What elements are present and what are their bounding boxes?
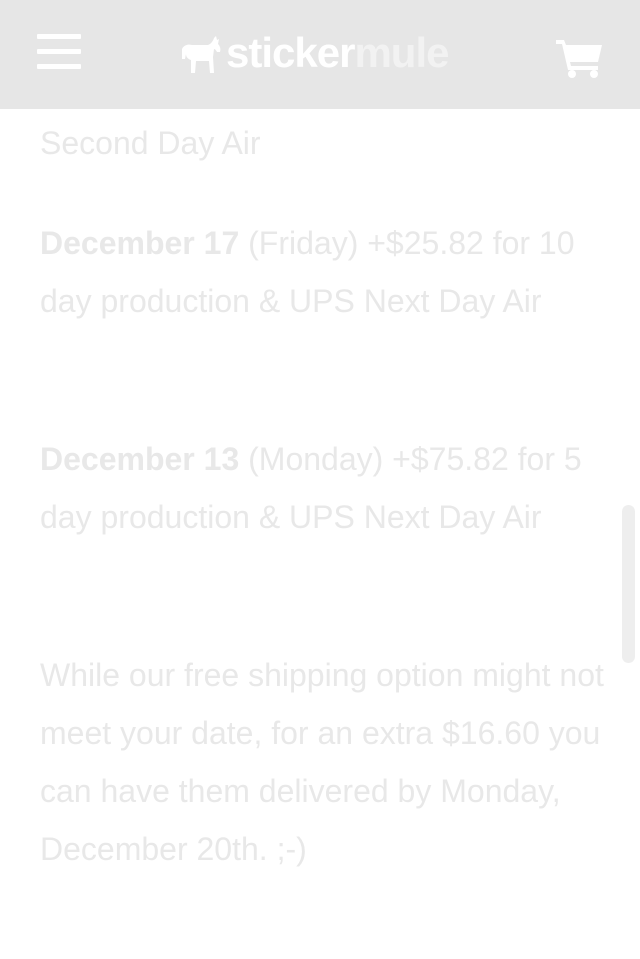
- date-december-17: December 17: [40, 225, 240, 261]
- brand-part-mule: mule: [354, 29, 449, 76]
- text-free-shipping-note: While our free shipping option might not…: [40, 657, 604, 867]
- paragraph-free-shipping-note: While our free shipping option might not…: [40, 646, 610, 878]
- vertical-scrollbar[interactable]: [622, 505, 635, 663]
- hamburger-menu-icon[interactable]: [37, 34, 81, 72]
- stickermule-logo[interactable]: stickermule: [178, 29, 449, 80]
- paragraph-december-13: December 13 (Monday) +$75.82 for 5 day p…: [40, 430, 610, 546]
- text-second-day-air: Second Day Air: [40, 125, 261, 161]
- mule-logo-icon: [182, 36, 221, 73]
- date-december-13: December 13: [40, 441, 240, 477]
- top-header: stickermule: [0, 0, 640, 109]
- brand-name: stickermule: [226, 29, 449, 76]
- paragraph-second-day-air: Second Day Air: [40, 114, 610, 172]
- shopping-cart-icon[interactable]: [556, 36, 604, 78]
- brand-part-sticker: sticker: [226, 29, 355, 76]
- paragraph-december-17: December 17 (Friday) +$25.82 for 10 day …: [40, 214, 610, 330]
